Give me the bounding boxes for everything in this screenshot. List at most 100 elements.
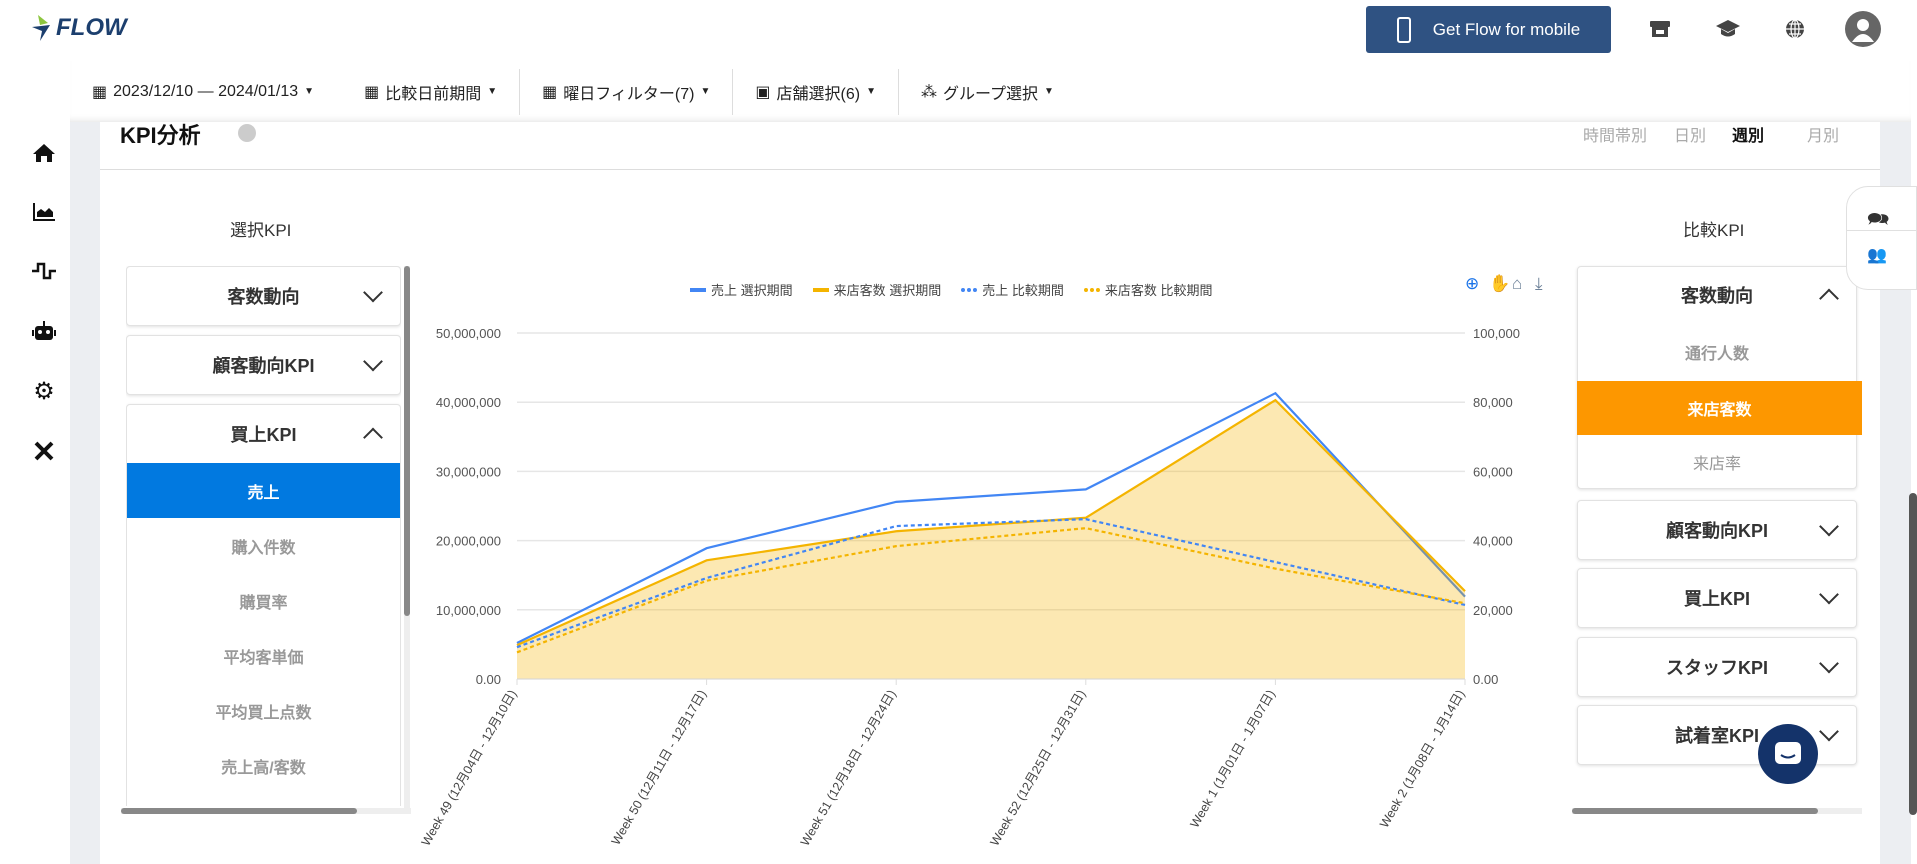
graduation-cap-icon[interactable] bbox=[1713, 14, 1743, 44]
legend-item[interactable]: 来店客数 比較期間 bbox=[1083, 280, 1213, 299]
calendar-icon: ▦ bbox=[364, 83, 380, 101]
filter-bar: ▦ 2023/12/10 — 2024/01/13 ▼ ▦ 比較日前期間 ▼ ▦ 曜日フィ… bbox=[70, 61, 1911, 122]
reset-home-icon[interactable]: ⌂ bbox=[1512, 274, 1522, 294]
caret-down-icon: ▼ bbox=[304, 86, 315, 97]
legend-label: 来店客数 比較期間 bbox=[1104, 283, 1213, 298]
mobile-phone-icon bbox=[1396, 16, 1411, 43]
group-label: スタッフKPI bbox=[1665, 658, 1768, 678]
date-range-filter[interactable]: ▦ 2023/12/10 — 2024/01/13 ▼ bbox=[70, 69, 324, 115]
legend-item[interactable]: 来店客数 選択期間 bbox=[812, 280, 942, 299]
tools-icon[interactable] bbox=[30, 437, 58, 465]
tab-weekly[interactable]: 週別 bbox=[1732, 122, 1764, 146]
group-label: 試着室KPI bbox=[1674, 726, 1759, 746]
series-area bbox=[517, 400, 1465, 679]
legend-label: 来店客数 選択期間 bbox=[833, 283, 942, 298]
pulse-icon[interactable] bbox=[30, 257, 58, 285]
divider bbox=[100, 169, 1880, 170]
y-right-tick-label: 0.00 bbox=[1473, 672, 1498, 687]
download-icon[interactable]: ⤓ bbox=[1535, 274, 1543, 294]
chevron-up-icon bbox=[1819, 288, 1839, 309]
compare-kpi-title: 比較KPI bbox=[1683, 221, 1745, 240]
compare-item-visitors[interactable]: 来店客数 bbox=[1577, 381, 1862, 435]
page-vertical-scrollbar[interactable] bbox=[1909, 493, 1917, 815]
user-avatar-icon[interactable] bbox=[1845, 11, 1881, 47]
compare-group-purchase[interactable]: 買上KPI bbox=[1577, 568, 1857, 628]
caret-down-icon: ▼ bbox=[700, 86, 711, 97]
x-tick-label: Week 49 (12月04日 - 12月10日) bbox=[419, 688, 520, 849]
users-icon[interactable]: 👥 bbox=[1867, 245, 1887, 265]
robot-icon[interactable] bbox=[30, 317, 58, 345]
chat-launcher-button[interactable] bbox=[1758, 724, 1818, 784]
legend-item[interactable]: 売上 比較期間 bbox=[961, 280, 1064, 299]
gear-icon[interactable]: ⚙ bbox=[30, 377, 58, 405]
group-label: 顧客動向KPI bbox=[1665, 521, 1768, 541]
message-icon bbox=[1775, 742, 1801, 764]
y-right-tick-label: 60,000 bbox=[1473, 464, 1513, 479]
tab-monthly[interactable]: 月別 bbox=[1807, 122, 1839, 146]
x-tick-label: Week 2 (1月08日 - 1月14日) bbox=[1377, 688, 1468, 831]
kpi-line-chart: 0.00 0.00 10,000,000 20,000 20,000,000 40,000… bbox=[419, 326, 1520, 849]
group-label: 客数動向 bbox=[227, 287, 300, 307]
compare-period-filter[interactable]: ▦ 比較日前期間 ▼ bbox=[324, 68, 521, 115]
flow-logo[interactable]: FLOW bbox=[30, 14, 127, 42]
compare-group-customer-behavior[interactable]: 顧客動向KPI bbox=[1577, 500, 1857, 560]
divider bbox=[1847, 230, 1917, 231]
logo-text: FLOW bbox=[56, 14, 127, 41]
compare-group-header[interactable]: 客数動向 bbox=[1578, 267, 1856, 323]
store-icon[interactable] bbox=[1645, 14, 1675, 44]
y-right-tick-label: 100,000 bbox=[1473, 326, 1520, 341]
filter-label: 比較日前期間 bbox=[385, 85, 482, 103]
group-label: 買上KPI bbox=[230, 425, 297, 445]
area-chart-icon[interactable] bbox=[30, 198, 58, 226]
group-label: 顧客動向KPI bbox=[212, 356, 315, 376]
x-tick-label: Week 51 (12月18日 - 12月24日) bbox=[798, 688, 899, 849]
chevron-down-icon bbox=[1819, 721, 1839, 742]
home-icon[interactable] bbox=[30, 139, 58, 167]
pan-hand-icon[interactable]: ✋ bbox=[1489, 274, 1510, 294]
tab-daily[interactable]: 日別 bbox=[1674, 122, 1706, 146]
side-float-panel: 🗪 👥 bbox=[1846, 186, 1917, 290]
legend-label: 売上 選択期間 bbox=[711, 283, 793, 298]
filter-label: グループ選択 bbox=[943, 85, 1039, 103]
y-left-tick-label: 50,000,000 bbox=[436, 326, 501, 341]
y-left-tick-label: 20,000,000 bbox=[436, 534, 501, 549]
chevron-down-icon bbox=[1819, 516, 1839, 537]
page-title: KPI分析 bbox=[120, 123, 201, 148]
sitemap-icon: ⁂ bbox=[921, 83, 937, 101]
get-flow-mobile-button[interactable]: Get Flow for mobile bbox=[1366, 6, 1611, 53]
info-icon[interactable] bbox=[238, 124, 256, 142]
caret-down-icon: ▼ bbox=[487, 86, 498, 97]
zoom-in-icon[interactable]: ⊕ bbox=[1465, 274, 1479, 294]
calendar-icon: ▦ bbox=[92, 83, 108, 101]
compare-item-passersby[interactable]: 通行人数 bbox=[1578, 323, 1856, 381]
compare-item-visit-rate[interactable]: 来店率 bbox=[1578, 437, 1856, 487]
chart-legend: 売上 選択期間 来店客数 選択期間 売上 比較期間 来店客数 比較期間 bbox=[690, 280, 1213, 299]
store-icon: ▣ bbox=[755, 83, 771, 101]
tab-hourly[interactable]: 時間帯別 bbox=[1583, 122, 1647, 146]
globe-icon[interactable] bbox=[1780, 14, 1810, 44]
legend-item[interactable]: 売上 選択期間 bbox=[690, 280, 793, 299]
chat-icon[interactable]: 🗪 bbox=[1867, 207, 1889, 237]
weekday-filter[interactable]: ▦ 曜日フィルター(7) ▼ bbox=[520, 68, 734, 115]
caret-down-icon: ▼ bbox=[866, 86, 876, 97]
top-header: FLOW Get Flow for mobile bbox=[0, 0, 1917, 61]
y-left-tick-label: 30,000,000 bbox=[436, 464, 501, 479]
left-nav: ⚙ bbox=[0, 61, 70, 864]
filter-label: 店舗選択(6) bbox=[776, 85, 861, 103]
group-select-filter[interactable]: ⁂ グループ選択 ▼ bbox=[899, 69, 1076, 115]
legend-label: 売上 比較期間 bbox=[982, 283, 1064, 298]
y-right-tick-label: 40,000 bbox=[1473, 534, 1513, 549]
right-horizontal-scrollbar[interactable] bbox=[1572, 808, 1862, 814]
y-right-tick-label: 20,000 bbox=[1473, 603, 1513, 618]
y-right-tick-label: 80,000 bbox=[1473, 395, 1513, 410]
mobile-button-label: Get Flow for mobile bbox=[1432, 19, 1581, 39]
y-left-tick-label: 40,000,000 bbox=[436, 395, 501, 410]
x-tick-label: Week 1 (1月01日 - 1月07日) bbox=[1187, 688, 1278, 831]
filter-label: 曜日フィルター(7) bbox=[563, 85, 695, 103]
filter-label: 2023/12/10 — 2024/01/13 bbox=[113, 82, 299, 100]
compare-group-staff[interactable]: スタッフKPI bbox=[1577, 637, 1857, 697]
x-tick-label: Week 50 (12月11日 - 12月17日) bbox=[609, 688, 709, 848]
chevron-down-icon bbox=[1819, 584, 1839, 605]
store-select-filter[interactable]: ▣ 店舗選択(6) ▼ bbox=[733, 68, 899, 115]
group-label: 買上KPI bbox=[1683, 589, 1750, 609]
